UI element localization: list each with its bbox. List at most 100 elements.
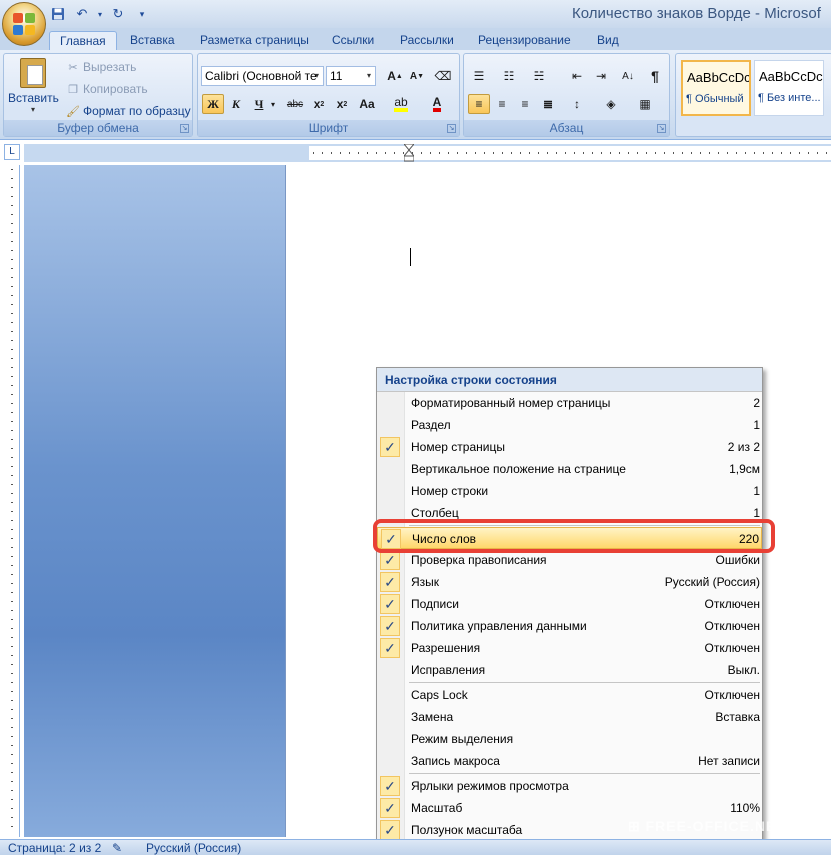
context-menu-item[interactable]: ✓ Номер страницы 2 из 2	[377, 436, 762, 458]
undo-icon[interactable]: ↶	[72, 5, 92, 23]
checkmark-icon: ✓	[380, 550, 400, 570]
shrink-font-icon[interactable]: A ▼	[406, 66, 428, 86]
context-menu-item[interactable]: Вертикальное положение на странице 1,9см	[377, 458, 762, 480]
undo-dropdown-icon[interactable]: ▾	[96, 5, 104, 23]
context-menu-item-value: Выкл.	[727, 663, 760, 677]
grow-font-icon[interactable]: A ▲	[384, 66, 406, 86]
show-formatting-icon[interactable]: ¶	[644, 66, 666, 86]
tab-mailings[interactable]: Рассылки	[390, 31, 464, 51]
bullets-icon[interactable]: ☰	[468, 66, 490, 86]
style-normal-sample: AaBbCcDc	[687, 70, 749, 85]
context-menu-item[interactable]: ✓ Подписи Отключен	[377, 593, 762, 615]
redo-icon[interactable]: ↻	[108, 5, 128, 23]
align-right-icon[interactable]: ≡	[514, 94, 536, 114]
context-menu-item-label: Caps Lock	[411, 688, 468, 702]
paste-button[interactable]: Вставить ▾	[8, 56, 59, 116]
context-menu-item-value: Отключен	[704, 619, 760, 633]
strikethrough-icon[interactable]: abc	[284, 94, 306, 114]
sort-icon[interactable]: A↓	[617, 66, 639, 86]
shading-icon[interactable]: ◈	[600, 94, 622, 114]
copy-label: Копировать	[83, 82, 148, 96]
paste-icon	[20, 58, 46, 88]
ruler-tick	[11, 493, 13, 494]
ruler-tick	[11, 574, 13, 575]
underline-icon[interactable]: Ч	[248, 94, 270, 114]
spell-check-icon[interactable]: ✎	[112, 841, 122, 855]
ruler-tick	[808, 152, 809, 154]
context-menu-item[interactable]: ✓ Ярлыки режимов просмотра	[377, 775, 762, 797]
vertical-ruler[interactable]	[4, 165, 20, 837]
context-menu-item[interactable]: ✓ Политика управления данными Отключен	[377, 615, 762, 637]
justify-icon[interactable]: ≣	[537, 94, 559, 114]
align-center-icon[interactable]: ≡	[491, 94, 513, 114]
tab-references[interactable]: Ссылки	[322, 31, 384, 51]
context-menu-item-value: Отключен	[704, 688, 760, 702]
italic-icon[interactable]: К	[225, 94, 247, 114]
font-name-dropdown-icon[interactable]: ▾	[311, 67, 323, 85]
font-launcher-icon[interactable]: ↘	[447, 124, 456, 133]
save-icon[interactable]	[48, 5, 68, 23]
ruler-tick	[11, 727, 13, 728]
horizontal-ruler[interactable]	[24, 143, 831, 162]
ruler-tick	[11, 502, 13, 503]
tab-review[interactable]: Рецензирование	[468, 31, 581, 51]
highlight-icon[interactable]: ab	[390, 94, 412, 114]
numbering-icon[interactable]: ☷	[498, 66, 520, 86]
tab-view[interactable]: Вид	[587, 31, 629, 51]
increase-indent-icon[interactable]: ⇥	[590, 66, 612, 86]
context-menu-item[interactable]: Раздел 1	[377, 414, 762, 436]
window-title: Количество знаков Ворде - Microsof	[572, 5, 821, 22]
tab-insert[interactable]: Вставка	[120, 31, 185, 51]
status-page-number[interactable]: Страница: 2 из 2	[8, 841, 101, 855]
indent-marker-icon[interactable]	[402, 143, 416, 162]
format-painter-button[interactable]: 🖌 Формат по образцу	[66, 102, 191, 120]
tab-home[interactable]: Главная	[49, 31, 117, 51]
context-menu-item[interactable]: ✓ Разрешения Отключен	[377, 637, 762, 659]
ruler-tick	[11, 250, 13, 251]
ruler-tick	[763, 152, 764, 154]
cut-button[interactable]: ✂ Вырезать	[66, 58, 136, 76]
multilevel-list-icon[interactable]: ☵	[528, 66, 550, 86]
context-menu-title: Настройка строки состояния	[377, 368, 762, 392]
context-menu-item[interactable]: ✓ Масштаб 110%	[377, 797, 762, 819]
subscript-icon[interactable]: x2	[308, 94, 330, 114]
change-case-icon[interactable]: Aa	[356, 94, 378, 114]
context-menu-item[interactable]: Форматированный номер страницы 2	[377, 392, 762, 414]
line-spacing-icon[interactable]: ↕	[566, 94, 588, 114]
font-name-combo[interactable]: Calibri (Основной те ▾	[201, 66, 324, 86]
ruler-tick	[11, 790, 13, 791]
status-language[interactable]: Русский (Россия)	[146, 841, 241, 855]
decrease-indent-icon[interactable]: ⇤	[566, 66, 588, 86]
customize-icon[interactable]: ▾	[132, 5, 152, 23]
context-menu-item[interactable]: ✓ Язык Русский (Россия)	[377, 571, 762, 593]
ruler-tick	[11, 619, 13, 620]
paragraph-launcher-icon[interactable]: ↘	[657, 124, 666, 133]
superscript-icon[interactable]: x2	[331, 94, 353, 114]
context-menu-item[interactable]: Исправления Выкл.	[377, 659, 762, 681]
tab-page-layout[interactable]: Разметка страницы	[190, 31, 319, 51]
clear-formatting-icon[interactable]: ⌫	[432, 66, 454, 86]
borders-icon[interactable]: ▦	[634, 94, 656, 114]
font-color-icon[interactable]: A	[426, 94, 448, 114]
context-menu-item[interactable]: Запись макроса Нет записи	[377, 750, 762, 772]
tab-selector-button[interactable]: L	[4, 144, 20, 160]
font-size-combo[interactable]: 11 ▾	[326, 66, 376, 86]
ruler-tick	[574, 152, 575, 154]
bold-icon[interactable]: Ж	[202, 94, 224, 114]
underline-dropdown-icon[interactable]: ▾	[268, 94, 278, 114]
ruler-tick	[11, 322, 13, 323]
ruler-tick	[583, 152, 584, 154]
ruler-tick	[520, 152, 521, 154]
context-menu-item[interactable]: Замена Вставка	[377, 706, 762, 728]
style-no-spacing-sample: AaBbCcDc	[759, 69, 823, 84]
style-no-spacing[interactable]: AaBbCcDc ¶ Без инте...	[754, 60, 824, 116]
context-menu-item[interactable]: Режим выделения	[377, 728, 762, 750]
align-left-icon[interactable]: ≡	[468, 94, 490, 114]
font-size-dropdown-icon[interactable]: ▾	[363, 67, 375, 85]
context-menu-item[interactable]: Caps Lock Отключен	[377, 684, 762, 706]
context-menu-item[interactable]: Номер строки 1	[377, 480, 762, 502]
copy-button[interactable]: ❐ Копировать	[66, 80, 148, 98]
office-button[interactable]	[2, 2, 46, 46]
style-normal[interactable]: AaBbCcDc ¶ Обычный	[681, 60, 751, 116]
clipboard-launcher-icon[interactable]: ↘	[180, 124, 189, 133]
